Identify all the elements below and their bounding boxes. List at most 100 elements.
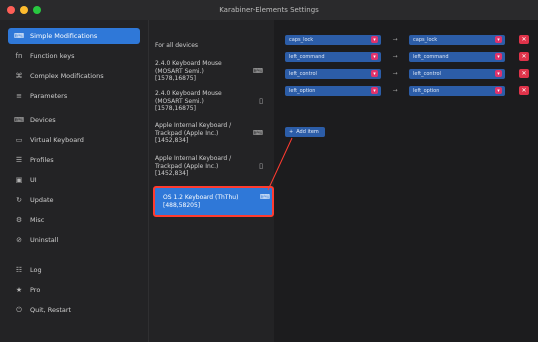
sidebar-item-label: Devices — [30, 116, 56, 124]
sidebar-item-label: Update — [30, 196, 54, 204]
complex-icon: ⌘ — [15, 72, 23, 80]
sidebar-item-label: Pro — [30, 286, 41, 294]
sidebar-item-label: Misc — [30, 216, 45, 224]
title-bar: Karabiner-Elements Settings — [0, 0, 538, 20]
sidebar-item-ui[interactable]: ▣ UI — [8, 172, 140, 188]
sidebar-item-label: Complex Modifications — [30, 72, 104, 80]
delete-mapping-button[interactable]: ✕ — [519, 35, 529, 44]
sidebar-item-quit-restart[interactable]: ⏻ Quit, Restart — [8, 302, 140, 318]
delete-mapping-button[interactable]: ✕ — [519, 52, 529, 61]
sidebar-item-profiles[interactable]: ☰ Profiles — [8, 152, 140, 168]
to-key-value: left_command — [413, 53, 449, 60]
sidebar-group-other: ☷ Log ★ Pro ⏻ Quit, Restart — [8, 262, 140, 322]
device-label: For all devices — [155, 42, 199, 49]
device-item[interactable]: Apple Internal Keyboard / Trackpad (Appl… — [155, 155, 265, 178]
virtual-keyboard-icon: ▭ — [15, 136, 23, 144]
mouse-icon: ▯ — [259, 162, 263, 170]
keyboard-icon: ⌨ — [252, 67, 263, 75]
keyboard-icon: ⌨ — [259, 193, 270, 201]
from-key-value: left_option — [289, 87, 316, 94]
to-key-select[interactable]: left_command ▾ — [409, 51, 505, 62]
update-icon: ↻ — [16, 196, 22, 204]
to-key-value: caps_lock — [413, 36, 438, 43]
simple-modifications-panel: caps_lock ▾ → caps_lock ▾ ✕ left_command… — [275, 20, 538, 342]
keyboard-icon: ⌨ — [14, 116, 25, 124]
sidebar-item-virtual-keyboard[interactable]: ▭ Virtual Keyboard — [8, 132, 140, 148]
sidebar-item-label: Function keys — [30, 52, 75, 60]
from-key-select[interactable]: left_control ▾ — [285, 68, 381, 79]
to-key-value: left_control — [413, 70, 441, 77]
sidebar-group-system: ↻ Update ⚙ Misc ⊘ Uninstall — [8, 192, 140, 252]
sidebar-item-label: Parameters — [30, 92, 68, 100]
device-ids: [1452,834] — [155, 137, 189, 144]
from-key-select[interactable]: left_option ▾ — [285, 85, 381, 96]
device-item[interactable]: 2.4.0 Keyboard Mouse (MOSART Semi.) [157… — [155, 60, 265, 83]
device-name: 2.4.0 Keyboard Mouse — [155, 90, 222, 97]
device-ids: [1578,16875] — [155, 75, 196, 82]
device-item[interactable]: 2.4.0 Keyboard Mouse (MOSART Semi.) [157… — [155, 90, 265, 113]
sidebar-item-update[interactable]: ↻ Update — [8, 192, 140, 208]
chevron-down-icon: ▾ — [371, 70, 378, 77]
arrow-right-icon: → — [392, 36, 398, 43]
to-key-value: left_option — [413, 87, 440, 94]
sidebar-item-label: Profiles — [30, 156, 54, 164]
mapping-row: left_control ▾ → left_control ▾ ✕ — [285, 68, 531, 79]
sliders-icon: ≡ — [16, 92, 22, 100]
from-key-value: caps_lock — [289, 36, 314, 43]
device-item-selected[interactable]: OS 1.2 Keyboard (ThThu) [488,58205] ⌨ — [153, 186, 274, 217]
chevron-down-icon: ▾ — [495, 70, 502, 77]
sidebar-item-devices[interactable]: ⌨ Devices — [8, 112, 140, 128]
zoom-window-button[interactable] — [33, 6, 41, 14]
chevron-down-icon: ▾ — [495, 53, 502, 60]
sidebar-item-label: Log — [30, 266, 42, 274]
to-key-select[interactable]: caps_lock ▾ — [409, 34, 505, 45]
from-key-value: left_command — [289, 53, 325, 60]
arrow-right-icon: → — [392, 70, 398, 77]
device-vendor: Trackpad (Apple Inc.) — [155, 162, 219, 170]
device-item-all-devices[interactable]: For all devices — [155, 42, 265, 50]
close-window-button[interactable] — [7, 6, 15, 14]
mapping-row: caps_lock ▾ → caps_lock ▾ ✕ — [285, 34, 531, 45]
from-key-select[interactable]: left_command ▾ — [285, 51, 381, 62]
minimize-window-button[interactable] — [20, 6, 28, 14]
sidebar-item-pro[interactable]: ★ Pro — [8, 282, 140, 298]
to-key-select[interactable]: left_option ▾ — [409, 85, 505, 96]
chevron-down-icon: ▾ — [495, 87, 502, 94]
device-ids: [1452,834] — [155, 170, 189, 177]
log-icon: ☷ — [15, 266, 23, 274]
chevron-down-icon: ▾ — [371, 53, 378, 60]
sidebar-item-function-keys[interactable]: fn Function keys — [8, 48, 140, 64]
arrow-right-icon: → — [392, 53, 398, 60]
window-controls — [7, 6, 41, 14]
sidebar-item-uninstall[interactable]: ⊘ Uninstall — [8, 232, 140, 248]
window-title: Karabiner-Elements Settings — [219, 6, 319, 14]
ui-icon: ▣ — [15, 176, 23, 184]
pro-icon: ★ — [15, 286, 23, 294]
profiles-icon: ☰ — [15, 156, 23, 164]
add-item-button[interactable]: + Add item — [285, 127, 325, 137]
sidebar-item-simple-modifications[interactable]: ⌨ Simple Modifications — [8, 28, 140, 44]
device-name: Apple Internal Keyboard / — [155, 122, 232, 129]
plus-icon: + — [289, 129, 294, 135]
sidebar-item-log[interactable]: ☷ Log — [8, 262, 140, 278]
device-name: 2.4.0 Keyboard Mouse — [155, 60, 222, 67]
device-item[interactable]: Apple Internal Keyboard / Trackpad (Appl… — [155, 122, 265, 145]
sidebar-item-complex-modifications[interactable]: ⌘ Complex Modifications — [8, 68, 140, 84]
sidebar-group-devices: ⌨ Devices ▭ Virtual Keyboard ☰ Profiles … — [8, 112, 140, 192]
chevron-down-icon: ▾ — [371, 36, 378, 43]
mouse-icon: ▯ — [259, 97, 263, 105]
device-list: For all devices 2.4.0 Keyboard Mouse (MO… — [149, 20, 274, 342]
from-key-select[interactable]: caps_lock ▾ — [285, 34, 381, 45]
to-key-select[interactable]: left_control ▾ — [409, 68, 505, 79]
mapping-row: left_option ▾ → left_option ▾ ✕ — [285, 85, 531, 96]
fn-key-icon: fn — [15, 52, 23, 60]
uninstall-icon: ⊘ — [16, 236, 22, 244]
device-ids: [1578,16875] — [155, 105, 196, 112]
sidebar-item-parameters[interactable]: ≡ Parameters — [8, 88, 140, 104]
delete-mapping-button[interactable]: ✕ — [519, 69, 529, 78]
device-vendor: Trackpad (Apple Inc.) — [155, 129, 219, 137]
device-name: OS 1.2 Keyboard (ThThu) — [163, 194, 239, 201]
sidebar-item-misc[interactable]: ⚙ Misc — [8, 212, 140, 228]
delete-mapping-button[interactable]: ✕ — [519, 86, 529, 95]
misc-icon: ⚙ — [15, 216, 23, 224]
